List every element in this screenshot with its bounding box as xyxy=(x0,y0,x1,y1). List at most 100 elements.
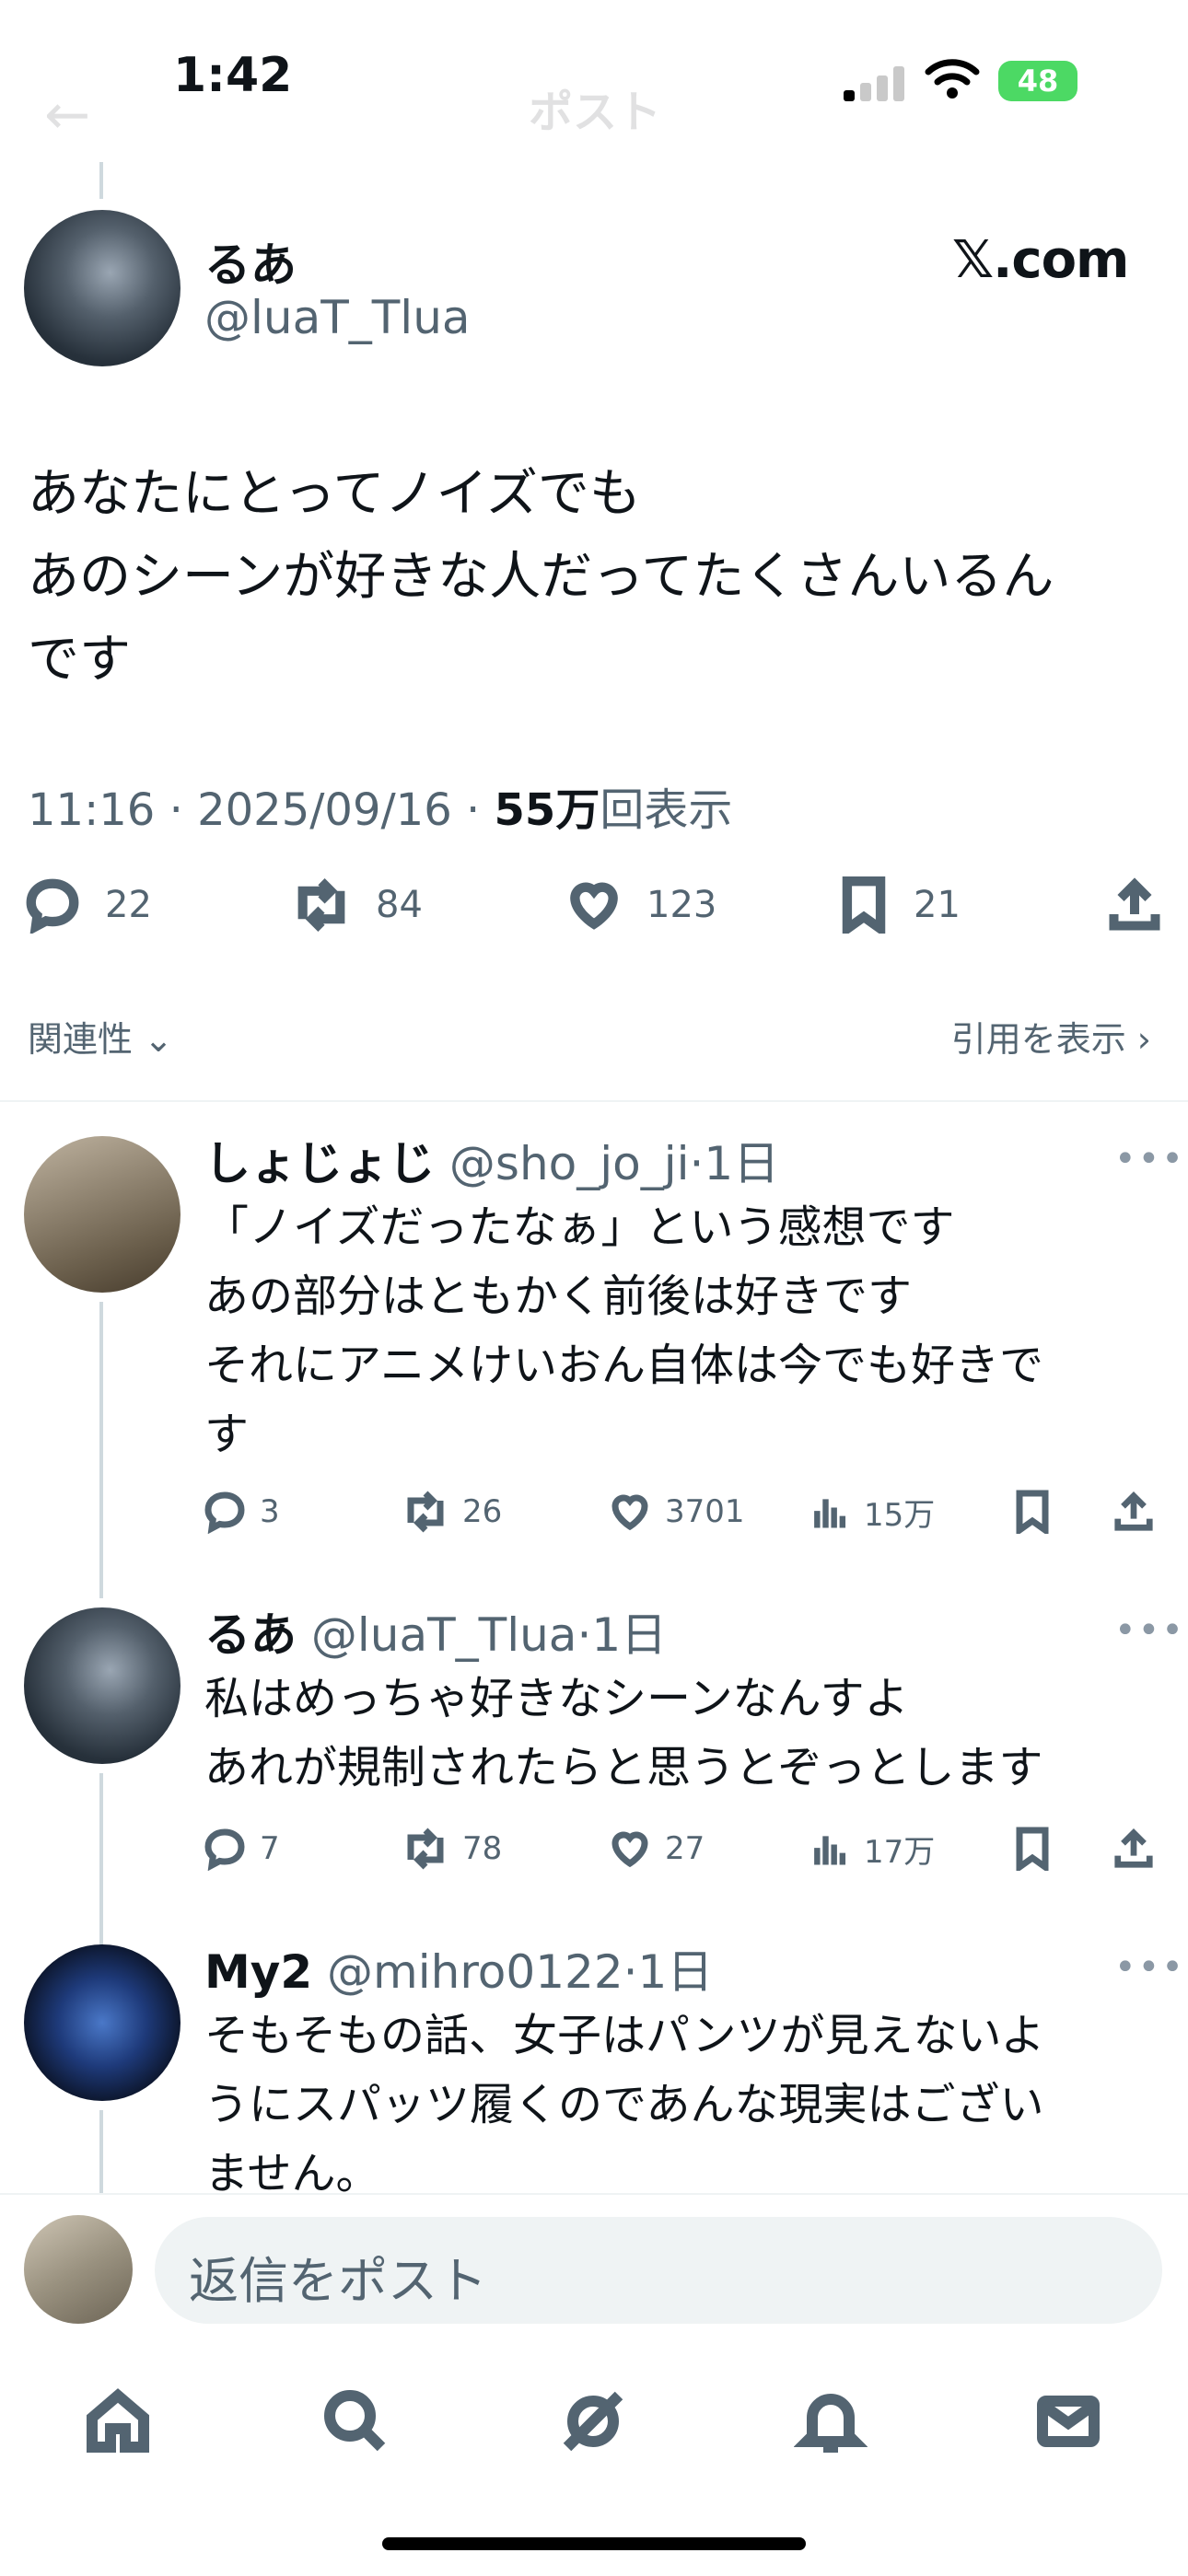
bookmark-icon xyxy=(842,876,886,934)
back-arrow-icon[interactable]: ← xyxy=(44,83,90,147)
post-text: あなたにとってノイズでも あのシーンが好きな人だってたくさんいるん です xyxy=(28,453,1151,702)
notifications-icon xyxy=(793,2394,868,2453)
share-button[interactable] xyxy=(1112,1827,1155,1871)
views-icon xyxy=(814,1498,846,1527)
views-count: 15万 xyxy=(864,1497,936,1534)
like-count: 27 xyxy=(665,1830,705,1867)
reply-button[interactable]: 3 xyxy=(203,1490,280,1534)
heart-icon xyxy=(611,1494,648,1531)
share-icon xyxy=(1114,1491,1153,1531)
view-quotes-link[interactable]: 引用を表示 › xyxy=(951,1011,1151,1062)
author-name[interactable]: るあ xyxy=(204,228,297,295)
reply-header: しょじょじ @sho_jo_ji·1日 xyxy=(204,1127,779,1193)
author-handle[interactable]: @luaT_Tlua xyxy=(204,291,471,344)
views-button[interactable]: 17万 xyxy=(810,1827,935,1872)
reply-avatar[interactable] xyxy=(24,1944,181,2101)
bookmark-icon xyxy=(1016,1490,1049,1534)
reply-button[interactable]: 22 xyxy=(24,876,152,934)
thread-line xyxy=(99,1773,103,1952)
post-text-line: あのシーンが好きな人だってたくさんいるん xyxy=(28,547,1054,607)
like-button[interactable]: 3701 xyxy=(608,1490,745,1534)
reply-icon xyxy=(204,1491,245,1534)
reply-age: ·1日 xyxy=(623,1945,714,1999)
reply-author-handle[interactable]: @mihro0122 xyxy=(327,1945,623,1999)
post-timestamp: 11:16 · 2025/09/16 · xyxy=(28,784,495,836)
tab-grok[interactable] xyxy=(556,2385,630,2458)
thread-line xyxy=(99,2110,103,2193)
heart-icon xyxy=(611,1831,648,1868)
post-meta: 11:16 · 2025/09/16 · 55万回表示 xyxy=(28,773,732,838)
tab-messages[interactable] xyxy=(1031,2385,1105,2458)
thread-line xyxy=(99,1302,103,1598)
reply-text-line: あの部分はともかく前後は好きです xyxy=(204,1271,913,1322)
chevron-down-icon: ⌄ xyxy=(144,1019,173,1060)
grok-icon xyxy=(563,2391,623,2452)
reply-avatar[interactable] xyxy=(24,1136,181,1293)
reply-age: ·1日 xyxy=(577,1608,668,1662)
reply-author-name[interactable]: るあ xyxy=(204,1608,297,1662)
repost-icon xyxy=(297,878,345,932)
repost-count: 26 xyxy=(462,1493,503,1530)
more-options-icon[interactable]: ••• xyxy=(1114,1138,1185,1180)
tab-search[interactable] xyxy=(319,2385,392,2458)
views-button[interactable]: 15万 xyxy=(810,1490,935,1535)
repost-button[interactable]: 84 xyxy=(291,876,423,934)
like-button[interactable]: 123 xyxy=(565,876,716,934)
reply-text-line: す xyxy=(204,1409,250,1460)
divider xyxy=(0,1100,1188,1102)
avatar[interactable] xyxy=(24,210,181,366)
reply-text-line: うにスパッツ履くのであんな現実はござい xyxy=(204,2079,1044,2130)
repost-icon xyxy=(407,1828,444,1870)
more-options-icon[interactable]: ••• xyxy=(1114,1609,1185,1652)
reply-author-name[interactable]: しょじょじ xyxy=(204,1137,435,1190)
reply-icon xyxy=(26,878,79,934)
like-count: 123 xyxy=(646,884,717,926)
post-text-line: です xyxy=(28,630,131,690)
bookmark-icon xyxy=(1016,1827,1049,1871)
share-icon xyxy=(1114,1828,1153,1868)
reply-text: 私はめっちゃ好きなシーンなんすよ あれが規制されたらと思うとぞっとします xyxy=(204,1665,1162,1803)
reply-author-handle[interactable]: @sho_jo_ji xyxy=(449,1137,690,1190)
reply-text: 「ノイズだったなぁ」という感想です あの部分はともかく前後は好きです それにアニ… xyxy=(204,1193,1162,1469)
reply-author-handle[interactable]: @luaT_Tlua xyxy=(311,1608,577,1662)
search-icon xyxy=(324,2390,386,2452)
bookmark-button[interactable] xyxy=(1013,1490,1052,1534)
heart-icon xyxy=(570,882,618,930)
messages-icon xyxy=(1037,2396,1100,2447)
wifi-icon xyxy=(925,59,980,99)
more-options-icon[interactable]: ••• xyxy=(1114,1946,1185,1989)
status-time: 1:42 xyxy=(173,48,293,103)
repost-icon xyxy=(407,1491,444,1533)
share-button[interactable] xyxy=(1107,876,1162,934)
like-button[interactable]: 27 xyxy=(608,1827,705,1871)
my-avatar[interactable] xyxy=(24,2215,133,2324)
sort-dropdown[interactable]: 関連性 ⌄ xyxy=(28,1011,173,1062)
chevron-right-icon: › xyxy=(1136,1019,1151,1060)
share-button[interactable] xyxy=(1112,1490,1155,1534)
repost-button[interactable]: 78 xyxy=(402,1827,502,1871)
reply-icon xyxy=(204,1828,245,1871)
reply-avatar[interactable] xyxy=(24,1607,181,1764)
sort-label: 関連性 xyxy=(28,1019,134,1060)
bookmark-button[interactable]: 21 xyxy=(838,876,961,934)
tab-notifications[interactable] xyxy=(793,2385,868,2458)
repost-count: 78 xyxy=(462,1830,503,1867)
reply-author-name[interactable]: My2 xyxy=(204,1945,312,1999)
reply-input-placeholder: 返信をポスト xyxy=(189,2252,487,2310)
reply-text-line: 「ノイズだったなぁ」という感想です xyxy=(204,1201,955,1253)
reply-header: るあ @luaT_Tlua·1日 xyxy=(204,1598,667,1665)
reply-button[interactable]: 7 xyxy=(203,1827,280,1871)
home-icon xyxy=(87,2388,149,2453)
tab-home[interactable] xyxy=(81,2385,155,2458)
source-label: 𝕏.com xyxy=(952,230,1129,290)
views-icon xyxy=(814,1835,846,1864)
reply-count: 22 xyxy=(105,884,152,926)
battery-indicator: 48 xyxy=(998,61,1077,101)
reply-text-line: そもそもの話、女子はパンツが見えないよ xyxy=(204,2010,1045,2061)
bookmark-button[interactable] xyxy=(1013,1827,1052,1871)
thread-line-top xyxy=(99,162,103,199)
repost-button[interactable]: 26 xyxy=(402,1490,502,1534)
reply-text-line: 私はめっちゃ好きなシーンなんすよ xyxy=(204,1673,909,1724)
reply-header: My2 @mihro0122·1日 xyxy=(204,1935,713,2002)
reply-count: 3 xyxy=(260,1493,280,1530)
